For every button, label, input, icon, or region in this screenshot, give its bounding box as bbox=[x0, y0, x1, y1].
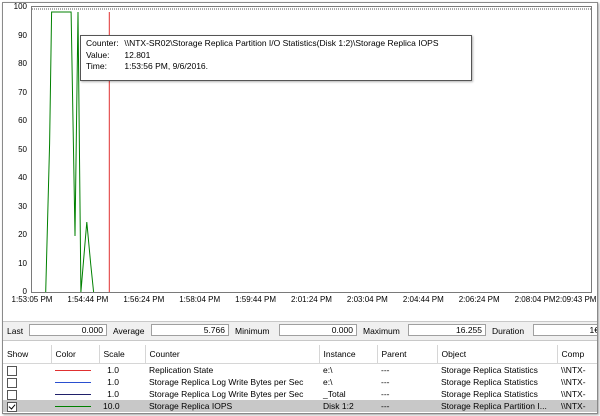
y-tick-label: 100 bbox=[13, 2, 27, 11]
statistics-bar: Last 0.000 Average 5.766 Minimum 0.000 M… bbox=[3, 321, 597, 341]
scale-cell: 1.0 bbox=[107, 389, 119, 399]
maximum-value: 16.255 bbox=[408, 324, 486, 336]
parent-cell: --- bbox=[381, 365, 390, 375]
object-cell: Storage Replica Statistics bbox=[441, 377, 538, 387]
color-swatch bbox=[55, 394, 91, 396]
y-tick-label: 30 bbox=[18, 201, 27, 211]
y-tick-label: 10 bbox=[18, 258, 27, 268]
computer-cell: \\NTX- bbox=[557, 400, 597, 412]
minimum-label: Minimum bbox=[235, 326, 270, 336]
x-tick-label: 1:53:05 PM bbox=[11, 295, 53, 304]
minimum-value: 0.000 bbox=[279, 324, 357, 336]
tooltip-counter-label: Counter: bbox=[86, 38, 119, 48]
scale-cell: 1.0 bbox=[107, 365, 119, 375]
counter-list-header: Show Color Scale Counter Instance Parent… bbox=[3, 345, 597, 364]
scale-cell: 10.0 bbox=[99, 400, 145, 412]
column-header-scale[interactable]: Scale bbox=[99, 345, 146, 364]
duration-label: Duration bbox=[492, 326, 525, 336]
show-checkbox[interactable] bbox=[7, 365, 17, 376]
column-header-parent[interactable]: Parent bbox=[377, 345, 438, 364]
performance-monitor-window: 100 90 80 70 60 50 40 30 20 10 0 Counter: \\NTX-SR… bbox=[2, 2, 598, 414]
show-checkbox[interactable] bbox=[7, 389, 17, 400]
last-label: Last bbox=[7, 326, 24, 336]
counter-tooltip: Counter: \\NTX-SR02\Storage Replica Part… bbox=[80, 35, 472, 81]
color-swatch bbox=[55, 406, 91, 408]
tooltip-counter-value: \\NTX-SR02\Storage Replica Partition I/O… bbox=[124, 38, 439, 48]
x-tick-label: 1:54:44 PM bbox=[67, 295, 109, 304]
y-tick-label: 50 bbox=[18, 144, 27, 154]
counter-cell: Storage Replica Log Write Bytes per Sec bbox=[149, 389, 304, 399]
graph-area[interactable]: Counter: \\NTX-SR02\Storage Replica Part… bbox=[31, 6, 592, 293]
object-cell: Storage Replica Statistics bbox=[441, 389, 538, 399]
y-tick-label: 20 bbox=[18, 230, 27, 239]
instance-cell: e:\ bbox=[323, 377, 333, 387]
average-label: Average bbox=[113, 326, 145, 336]
show-checkbox[interactable] bbox=[7, 377, 17, 388]
instance-cell: e:\ bbox=[323, 365, 333, 375]
counter-cell: Storage Replica Log Write Bytes per Sec bbox=[149, 377, 304, 387]
y-tick-label: 40 bbox=[18, 173, 27, 182]
tooltip-time-value: 1:53:56 PM, 9/6/2016. bbox=[124, 61, 209, 71]
object-cell: Storage Replica Statistics bbox=[441, 365, 538, 375]
computer-cell: \\NTX- bbox=[561, 365, 586, 375]
parent-cell: --- bbox=[381, 389, 390, 399]
color-swatch bbox=[55, 382, 91, 384]
color-swatch bbox=[55, 370, 91, 372]
y-tick-label: 80 bbox=[18, 59, 27, 68]
x-tick-label: 2:01:24 PM bbox=[291, 295, 332, 304]
computer-cell: \\NTX- bbox=[561, 389, 586, 399]
x-tick-label: 2:06:24 PM bbox=[458, 295, 500, 304]
x-tick-label: 2:04:44 PM bbox=[402, 295, 444, 304]
counter-cell: Storage Replica IOPS bbox=[145, 400, 319, 412]
column-header-instance[interactable]: Instance bbox=[319, 345, 378, 364]
x-tick-label: 1:59:44 PM bbox=[235, 295, 277, 304]
tooltip-value-label: Value: bbox=[86, 49, 110, 60]
column-header-computer[interactable]: Comp bbox=[557, 345, 597, 364]
y-tick-label: 90 bbox=[18, 30, 27, 40]
x-tick-label: 2:03:04 PM bbox=[346, 295, 388, 304]
column-header-counter[interactable]: Counter bbox=[145, 345, 320, 364]
counter-row[interactable]: 10.0 Storage Replica IOPS Disk 1:2 --- Stora… bbox=[3, 400, 597, 412]
y-tick-label: 60 bbox=[18, 116, 27, 125]
counter-list: Show Color Scale Counter Instance Parent… bbox=[3, 345, 597, 413]
duration-value: 1€ bbox=[533, 324, 597, 336]
y-tick-label: 70 bbox=[18, 87, 27, 97]
scale-cell: 1.0 bbox=[107, 377, 119, 387]
computer-cell: \\NTX- bbox=[561, 377, 586, 387]
parent-cell: --- bbox=[377, 400, 437, 412]
counter-row[interactable]: 1.0 Replication State e:\ --- Storage Replic… bbox=[3, 364, 597, 377]
column-header-color[interactable]: Color bbox=[51, 345, 100, 364]
column-header-object[interactable]: Object bbox=[437, 345, 558, 364]
counter-cell: Replication State bbox=[149, 365, 214, 375]
last-value: 0.000 bbox=[29, 324, 107, 336]
x-tick-label: 2:08:04 PM bbox=[514, 295, 556, 304]
counter-row[interactable]: 1.0 Storage Replica Log Write Bytes per S… bbox=[3, 388, 597, 400]
column-header-show[interactable]: Show bbox=[3, 345, 52, 364]
object-cell: Storage Replica Partition I... bbox=[437, 400, 557, 412]
instance-cell: Disk 1:2 bbox=[319, 400, 377, 412]
counter-row[interactable]: 1.0 Storage Replica Log Write Bytes per S… bbox=[3, 376, 597, 388]
parent-cell: --- bbox=[381, 377, 390, 387]
maximum-label: Maximum bbox=[363, 326, 400, 336]
average-value: 5.766 bbox=[151, 324, 229, 336]
x-tick-label: 2:09:43 PM bbox=[555, 295, 597, 304]
show-checkbox[interactable] bbox=[7, 401, 17, 412]
tooltip-time-label: Time: bbox=[86, 61, 107, 71]
x-tick-label: 1:56:24 PM bbox=[123, 295, 165, 304]
instance-cell: _Total bbox=[323, 389, 346, 399]
x-tick-label: 1:58:04 PM bbox=[179, 295, 221, 304]
tooltip-value-value: 12.801 bbox=[124, 49, 151, 60]
